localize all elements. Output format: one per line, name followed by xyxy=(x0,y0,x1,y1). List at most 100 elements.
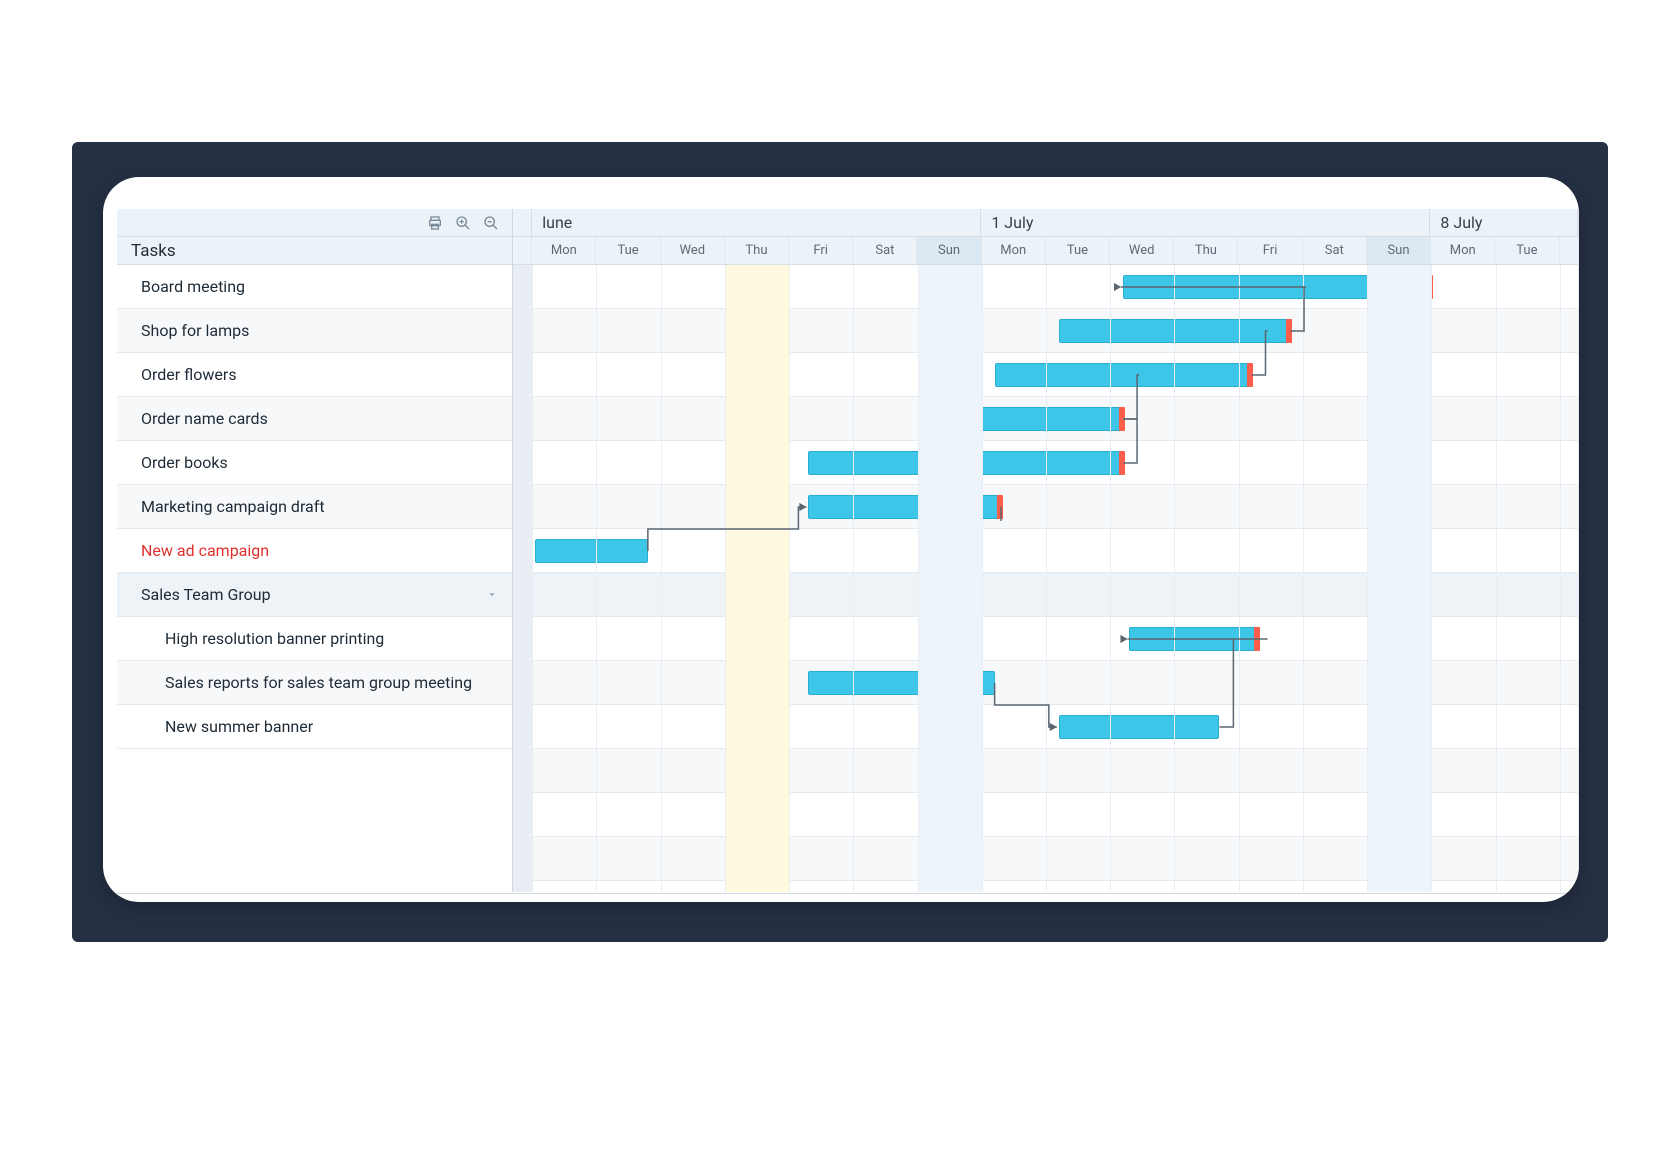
day-header-cell: Tue xyxy=(1495,237,1559,264)
day-header-cell: Fri xyxy=(1238,237,1302,264)
bar-endcap-detached xyxy=(744,539,750,563)
task-group-header[interactable]: Sales Team Group xyxy=(117,573,512,617)
task-row[interactable]: Marketing campaign draft xyxy=(117,485,512,529)
timeline-row-empty xyxy=(513,749,1578,793)
day-header-cell: Mon xyxy=(982,237,1046,264)
chevron-down-icon[interactable] xyxy=(486,585,498,604)
gantt-bar[interactable] xyxy=(535,539,647,563)
bar-endcap xyxy=(997,495,1003,519)
task-row[interactable]: New ad campaign xyxy=(117,529,512,573)
gantt-chart: Tasks Board meeting Shop for lamps Order f… xyxy=(117,209,1579,892)
task-row[interactable]: Order books xyxy=(117,441,512,485)
week-header-cell: lune xyxy=(532,209,981,236)
day-header-cell: Thu xyxy=(1174,237,1238,264)
task-row[interactable]: Board meeting xyxy=(117,265,512,309)
timeline-row xyxy=(513,441,1578,485)
bar-endcap xyxy=(1247,363,1253,387)
day-label: Sun xyxy=(1387,243,1409,258)
day-header-cell: Tue xyxy=(596,237,660,264)
gantt-bar[interactable] xyxy=(1059,715,1220,739)
timeline-row xyxy=(513,617,1578,661)
day-label: Mon xyxy=(1000,243,1026,258)
timeline-row-empty xyxy=(513,837,1578,881)
timeline-week-header: lune 1 July 8 July xyxy=(513,209,1578,237)
day-label: Wed xyxy=(679,243,705,258)
timeline-row xyxy=(513,265,1578,309)
gantt-bar[interactable] xyxy=(1059,319,1290,343)
day-label: Tue xyxy=(1516,243,1537,258)
task-row[interactable]: New summer banner xyxy=(117,705,512,749)
day-label: Mon xyxy=(1450,243,1476,258)
task-label: New summer banner xyxy=(165,717,313,736)
zoom-in-icon[interactable] xyxy=(454,214,472,232)
day-label: Fri xyxy=(813,243,828,258)
task-column: Tasks Board meeting Shop for lamps Order f… xyxy=(117,209,513,892)
task-label: Shop for lamps xyxy=(141,321,249,340)
task-row[interactable]: Order flowers xyxy=(117,353,512,397)
timeline-row xyxy=(513,397,1578,441)
bar-endcap xyxy=(1119,407,1125,431)
day-header-cell: Sun xyxy=(1367,237,1431,264)
timeline-row xyxy=(513,661,1578,705)
day-label: Sat xyxy=(875,243,894,258)
gantt-bar[interactable] xyxy=(995,363,1252,387)
task-row[interactable]: Sales reports for sales team group meeti… xyxy=(117,661,512,705)
week-label: 1 July xyxy=(991,213,1033,232)
task-label: High resolution banner printing xyxy=(165,629,384,648)
timeline-row xyxy=(513,529,1578,573)
timeline-row xyxy=(513,309,1578,353)
day-header-cell: Sun xyxy=(917,237,981,264)
gantt-bar[interactable] xyxy=(937,407,1123,431)
day-label: Fri xyxy=(1263,243,1278,258)
task-row[interactable]: Shop for lamps xyxy=(117,309,512,353)
week-header-cell: 1 July xyxy=(981,209,1430,236)
task-row[interactable]: High resolution banner printing xyxy=(117,617,512,661)
day-header-cell: Mon xyxy=(532,237,596,264)
task-label: New ad campaign xyxy=(141,541,269,560)
week-header-cell: 8 July xyxy=(1430,209,1578,236)
bar-endcap xyxy=(1427,275,1433,299)
day-header-cell: Sat xyxy=(1303,237,1367,264)
bar-endcap xyxy=(1254,627,1260,651)
gantt-card: Tasks Board meeting Shop for lamps Order f… xyxy=(103,177,1579,902)
gantt-bar[interactable] xyxy=(808,495,1001,519)
gantt-bar[interactable] xyxy=(1129,627,1257,651)
print-icon[interactable] xyxy=(426,214,444,232)
task-label: Board meeting xyxy=(141,277,245,296)
timeline-row xyxy=(513,485,1578,529)
day-label: Sun xyxy=(938,243,960,258)
task-column-header: Tasks xyxy=(117,237,512,265)
task-label: Marketing campaign draft xyxy=(141,497,325,516)
day-label: Mon xyxy=(551,243,577,258)
timeline-row-empty xyxy=(513,793,1578,837)
day-header-cell: Wed xyxy=(1110,237,1174,264)
week-label: lune xyxy=(542,213,572,232)
task-label: Sales reports for sales team group meeti… xyxy=(165,673,472,692)
day-label: Wed xyxy=(1129,243,1155,258)
zoom-out-icon[interactable] xyxy=(482,214,500,232)
timeline-body xyxy=(513,265,1578,892)
day-header-cell: Tue xyxy=(1046,237,1110,264)
task-label: Sales Team Group xyxy=(141,585,271,604)
gantt-bar[interactable] xyxy=(808,671,994,695)
task-row[interactable]: Order name cards xyxy=(117,397,512,441)
gantt-bar[interactable] xyxy=(808,451,1123,475)
bar-endcap xyxy=(1286,319,1292,343)
timeline-row xyxy=(513,573,1578,617)
timeline[interactable]: lune1 July8 July MonTueWedThuFriSatSunMo… xyxy=(513,209,1578,892)
task-column-header-label: Tasks xyxy=(131,241,176,261)
task-toolbar xyxy=(117,209,512,237)
day-header-cell: Wed xyxy=(661,237,725,264)
day-label: Thu xyxy=(745,243,767,258)
week-label: 8 July xyxy=(1440,213,1482,232)
day-header-cell: Mon xyxy=(1431,237,1495,264)
day-label: Tue xyxy=(617,243,638,258)
bar-endcap xyxy=(1119,451,1125,475)
day-header-cell: Sat xyxy=(853,237,917,264)
timeline-row xyxy=(513,353,1578,397)
timeline-day-header: Mon Tue Wed Thu Fri Sat Sun Mon Tue Wed Thu Fri Sat S… xyxy=(513,237,1578,265)
day-header-cell: Fri xyxy=(789,237,853,264)
gantt-bar[interactable] xyxy=(1123,275,1431,299)
task-row-list: Board meeting Shop for lamps Order flowers… xyxy=(117,265,512,749)
day-label: Sat xyxy=(1325,243,1344,258)
